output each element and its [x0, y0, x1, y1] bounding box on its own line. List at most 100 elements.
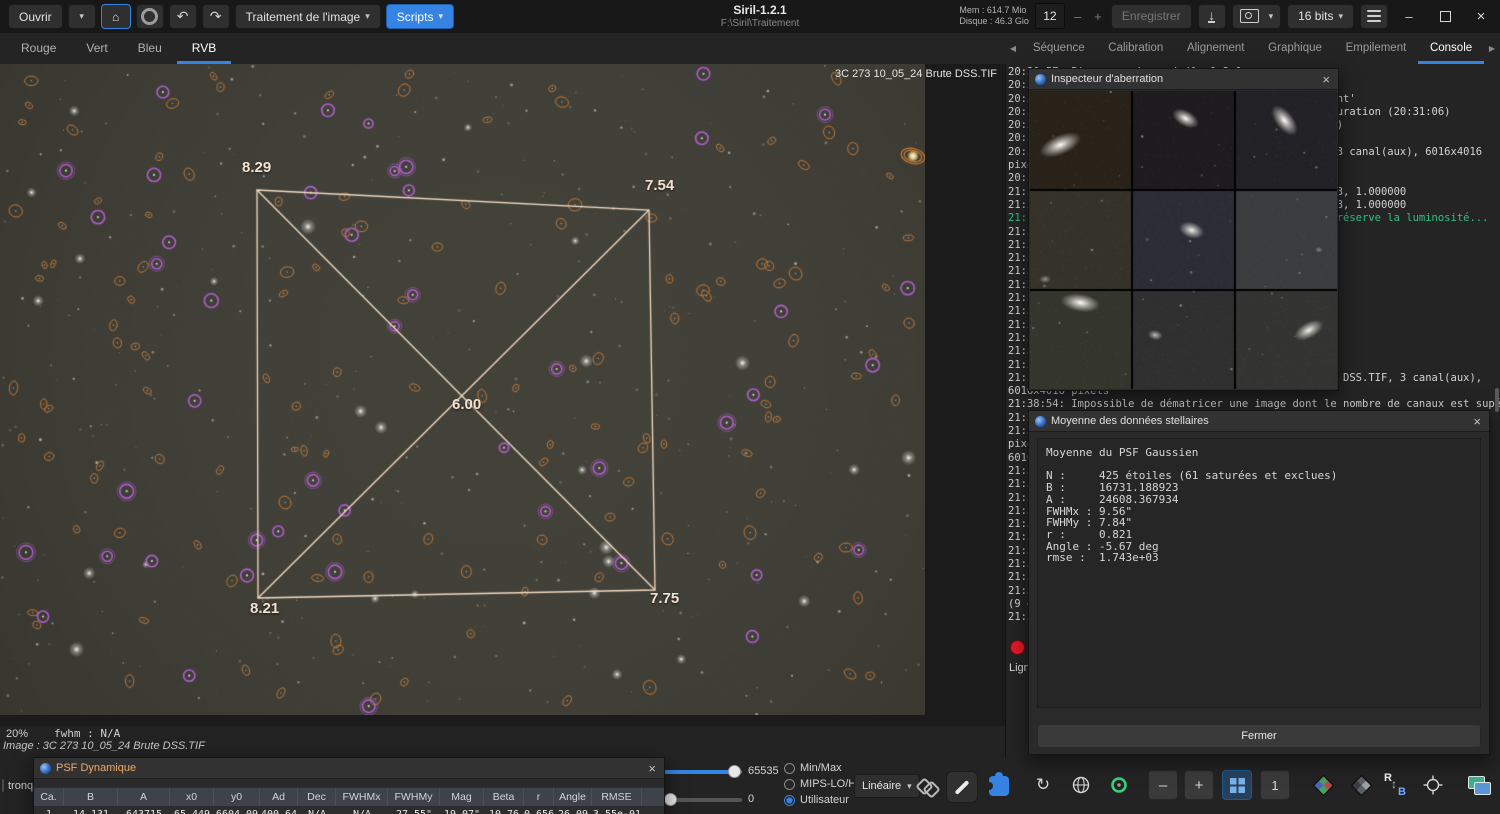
swap-channels-button[interactable]: R ↕ B: [1380, 770, 1410, 800]
channel-tab-rouge[interactable]: Rouge: [6, 33, 71, 64]
photometry-button[interactable]: ↻: [1028, 770, 1058, 800]
right-tab-items: SéquenceCalibrationAlignementGraphiqueEm…: [1021, 33, 1484, 64]
channel-tab-vert[interactable]: Vert: [71, 33, 122, 64]
psf-column-mag[interactable]: Mag: [440, 788, 484, 806]
redo-button[interactable]: ↷: [202, 4, 230, 29]
status-bar: 20%fwhm : N/A: [6, 727, 120, 740]
high-cutoff-slider[interactable]: [664, 765, 742, 779]
psf-table-row[interactable]: 114.13164371565.4496604.09400.64N/AN/A27…: [34, 807, 664, 814]
stellar-stats-window: Moyenne des données stellaires × Moyenne…: [1028, 410, 1490, 755]
scripts-menu-button[interactable]: Scripts▾: [386, 4, 454, 29]
open-button-label: Ouvrir: [19, 10, 52, 24]
truncated-checkbox[interactable]: [2, 779, 4, 792]
psf-column-angle[interactable]: Angle: [554, 788, 592, 806]
zoom-out-button[interactable]: –: [1148, 770, 1178, 800]
high-slider-handle[interactable]: [728, 765, 741, 778]
astrometry-button[interactable]: [1066, 770, 1096, 800]
cutoff-radio-mipslohi[interactable]: MIPS-LO/HI: [784, 776, 859, 792]
tabs-scroll-left-icon[interactable]: ◀: [1005, 44, 1021, 53]
image-processing-menu-button[interactable]: Traitement de l'image▾: [235, 4, 381, 29]
close-icon[interactable]: ×: [646, 762, 658, 775]
radio-icon[interactable]: [784, 795, 795, 806]
open-dropdown-button[interactable]: ▾: [68, 4, 96, 29]
panel-tab-console[interactable]: Console: [1418, 33, 1484, 64]
psf-column-r[interactable]: r: [524, 788, 554, 806]
psf-column-ca[interactable]: Ca.: [34, 788, 64, 806]
zoom-one-to-one-button[interactable]: 1: [1260, 770, 1290, 800]
bit-depth-button[interactable]: 16 bits▾: [1287, 4, 1354, 29]
psf-titlebar[interactable]: PSF Dynamique ×: [34, 758, 664, 779]
inspector-titlebar[interactable]: Inspecteur d'aberration ×: [1029, 69, 1338, 90]
zoom-in-button[interactable]: +: [1184, 770, 1214, 800]
stats-line: A : 24608.367934: [1046, 494, 1472, 506]
fit-to-window-button[interactable]: [1222, 770, 1252, 800]
psf-column-rmse[interactable]: RMSE: [592, 788, 642, 806]
psf-column-fwhmx[interactable]: FWHMx: [336, 788, 388, 806]
cutoff-radio-minmax[interactable]: Min/Max: [784, 760, 859, 776]
radio-icon[interactable]: [784, 779, 795, 790]
panel-tab-alignement[interactable]: Alignement: [1175, 33, 1256, 64]
minimize-button[interactable]: –: [1394, 4, 1424, 29]
threads-decrement-button[interactable]: –: [1071, 9, 1085, 24]
gray-diamond-icon: [1350, 774, 1371, 795]
radio-icon[interactable]: [784, 763, 795, 774]
console-scrollbar[interactable]: [1495, 388, 1499, 412]
psf-column-fwhmy[interactable]: FWHMy: [388, 788, 440, 806]
close-icon[interactable]: ×: [1320, 73, 1332, 86]
psf-column-a[interactable]: A: [118, 788, 170, 806]
extension-button[interactable]: [984, 771, 1014, 801]
psf-column-y0[interactable]: y0: [214, 788, 260, 806]
link-channels-icon[interactable]: [918, 780, 940, 794]
image-filename-overlay: 3C 273 10_05_24 Brute DSS.TIF: [835, 68, 997, 80]
panel-tab-graphique[interactable]: Graphique: [1256, 33, 1333, 64]
threads-increment-button[interactable]: +: [1091, 9, 1105, 24]
psf-column-beta[interactable]: Beta: [484, 788, 524, 806]
save-button[interactable]: Enregistrer: [1111, 4, 1192, 29]
undo-button[interactable]: ↶: [169, 4, 197, 29]
color-calibration-button[interactable]: [1104, 770, 1134, 800]
home-button[interactable]: ⌂: [101, 4, 131, 29]
starfield-image[interactable]: [0, 64, 925, 715]
zoom-level: 20%: [6, 728, 28, 740]
save-as-button[interactable]: ↓: [1198, 4, 1226, 29]
maximize-button[interactable]: [1430, 4, 1460, 29]
open-button[interactable]: Ouvrir: [8, 4, 63, 29]
close-icon[interactable]: ×: [1471, 415, 1483, 428]
close-stats-button[interactable]: Fermer: [1037, 724, 1481, 748]
close-window-button[interactable]: ×: [1466, 4, 1496, 29]
stats-titlebar[interactable]: Moyenne des données stellaires ×: [1029, 411, 1489, 432]
pick-star-button[interactable]: [1418, 770, 1448, 800]
pen-tool-button[interactable]: [946, 771, 978, 803]
panel-tab-empilement[interactable]: Empilement: [1334, 33, 1418, 64]
memory-status: Mem : 614.7 Mio: [959, 5, 1029, 16]
stop-button[interactable]: [1010, 640, 1025, 655]
debayer-button[interactable]: [1308, 770, 1338, 800]
psf-cell: 27.55": [388, 807, 440, 814]
threads-input[interactable]: 12: [1035, 3, 1065, 29]
stats-line: rmse : 1.743e+03: [1046, 552, 1472, 564]
fwhm-label-top-right: 7.54: [645, 177, 674, 194]
snapshot-button[interactable]: ▾: [1232, 4, 1282, 29]
psf-column-dec[interactable]: Dec: [298, 788, 336, 806]
fwhm-label-center: 6.00: [452, 396, 481, 413]
channel-tab-rvb[interactable]: RVB: [177, 33, 231, 64]
sequence-frames-button[interactable]: [1464, 770, 1494, 800]
panel-tab-calibration[interactable]: Calibration: [1096, 33, 1175, 64]
low-slider-handle[interactable]: [664, 793, 677, 806]
low-cutoff-slider[interactable]: [664, 793, 742, 807]
display-mode-select[interactable]: Linéaire ▾: [854, 774, 920, 798]
mono-diamond-button[interactable]: [1346, 770, 1376, 800]
psf-column-x0[interactable]: x0: [170, 788, 214, 806]
radio-label: Utilisateur: [800, 794, 849, 806]
hamburger-menu-button[interactable]: [1360, 4, 1388, 29]
panel-tab-séquence[interactable]: Séquence: [1021, 33, 1096, 64]
psf-column-b[interactable]: B: [64, 788, 118, 806]
tabs-scroll-right-icon[interactable]: ▶: [1484, 44, 1500, 53]
cutoff-radio-utilisateur[interactable]: Utilisateur: [784, 792, 859, 808]
layers-icon: [1467, 774, 1491, 796]
livestack-button[interactable]: [136, 4, 164, 29]
psf-column-ad[interactable]: Ad: [260, 788, 298, 806]
channel-tab-bleu[interactable]: Bleu: [123, 33, 177, 64]
rb-swap-icon: R ↕ B: [1384, 774, 1406, 796]
stats-title: Moyenne des données stellaires: [1051, 415, 1466, 427]
